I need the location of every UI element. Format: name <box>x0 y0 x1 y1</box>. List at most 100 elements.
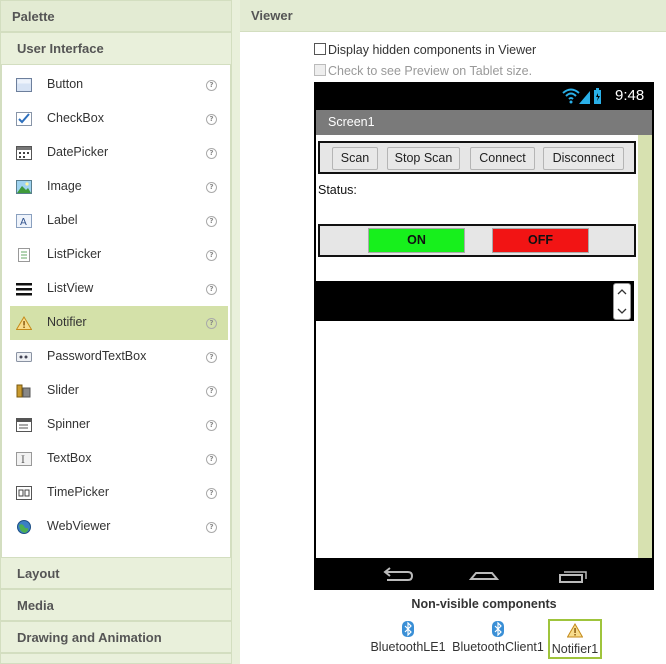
user-interface-list: Button ? CheckBox ? DatePicker ? Image ? <box>0 65 232 557</box>
status-clock: 9:48 <box>615 87 645 104</box>
recents-icon <box>559 571 587 583</box>
non-visible-bluetoothle1[interactable]: BluetoothLE1 <box>370 619 446 659</box>
help-icon[interactable]: ? <box>206 114 217 125</box>
non-visible-bluetoothclient1[interactable]: BluetoothClient1 <box>452 619 544 659</box>
palette-item-label: CheckBox <box>47 111 104 125</box>
button-icon <box>16 78 32 92</box>
svg-text:I: I <box>21 455 25 466</box>
android-nav-bar <box>314 558 654 590</box>
help-icon[interactable]: ? <box>206 352 217 363</box>
palette-item-image[interactable]: Image ? <box>10 170 228 204</box>
palette-item-label: Button <box>47 77 84 91</box>
palette-item-label: PasswordTextBox <box>47 349 147 363</box>
tablet-preview-checkbox-row: Check to see Preview on Tablet size. <box>314 64 532 78</box>
palette-item-checkbox[interactable]: CheckBox ? <box>10 102 228 136</box>
palette-item-label: DatePicker <box>47 145 109 159</box>
category-next[interactable] <box>0 653 232 664</box>
non-visible-components-title: Non-visible components <box>411 597 557 611</box>
help-icon[interactable]: ? <box>206 250 217 261</box>
non-visible-label: BluetoothClient1 <box>452 640 544 654</box>
spinner-icon <box>16 418 32 432</box>
palette-item-label: TextBox <box>47 451 92 465</box>
svg-text:A: A <box>20 217 27 228</box>
viewer-divider <box>232 0 240 664</box>
scroll-up-icon <box>617 289 627 295</box>
list-view[interactable] <box>316 281 634 321</box>
list-scrollbar[interactable] <box>613 283 631 320</box>
status-label[interactable]: Status: <box>318 183 357 197</box>
palette-item-label: Image <box>47 179 82 193</box>
passwordtextbox-icon <box>16 350 32 364</box>
wifi-icon <box>562 88 580 104</box>
palette-item-spinner[interactable]: Spinner ? <box>10 408 228 442</box>
palette-item-label: Spinner <box>47 417 91 431</box>
help-icon[interactable]: ? <box>206 148 217 159</box>
palette-item-listpicker[interactable]: ListPicker ? <box>10 238 228 272</box>
tablet-preview-label: Check to see Preview on Tablet size. <box>328 64 533 78</box>
notifier-icon <box>15 316 33 330</box>
screen-title-bar: Screen1 <box>316 110 652 135</box>
palette-item-label-text: Label <box>47 213 78 227</box>
help-icon[interactable]: ? <box>206 522 217 533</box>
scan-button-arrangement[interactable]: Scan Stop Scan Connect Disconnect <box>318 141 636 174</box>
palette-item-label[interactable]: A Label ? <box>10 204 228 238</box>
category-drawing-and-animation[interactable]: Drawing and Animation <box>0 621 232 653</box>
slider-icon <box>16 384 32 398</box>
display-hidden-checkbox[interactable] <box>314 43 326 55</box>
non-visible-notifier1[interactable]: Notifier1 <box>548 619 602 659</box>
palette-item-timepicker[interactable]: TimePicker ? <box>10 476 228 510</box>
help-icon[interactable]: ? <box>206 420 217 431</box>
tablet-preview-checkbox <box>314 64 326 76</box>
battery-icon <box>594 88 601 104</box>
palette-item-label: WebViewer <box>47 519 111 533</box>
off-button[interactable]: OFF <box>492 228 589 253</box>
palette-item-label: ListPicker <box>47 247 102 261</box>
palette-item-textbox[interactable]: I TextBox ? <box>10 442 228 476</box>
datepicker-icon <box>16 146 32 160</box>
category-layout[interactable]: Layout <box>0 557 232 589</box>
listpicker-icon <box>16 248 32 262</box>
notifier-icon <box>567 623 583 638</box>
non-visible-label: BluetoothLE1 <box>370 640 446 654</box>
signal-icon <box>579 91 590 104</box>
palette-item-slider[interactable]: Slider ? <box>10 374 228 408</box>
timepicker-icon <box>16 486 32 500</box>
palette-title: Palette <box>0 0 232 32</box>
screen-canvas[interactable]: Scan Stop Scan Connect Disconnect Status… <box>316 135 652 558</box>
bluetooth-icon <box>492 621 504 637</box>
on-button[interactable]: ON <box>368 228 465 253</box>
display-hidden-checkbox-row[interactable]: Display hidden components in Viewer <box>314 43 536 57</box>
connect-button[interactable]: Connect <box>470 147 535 170</box>
webviewer-icon <box>16 520 32 534</box>
palette-item-webviewer[interactable]: WebViewer ? <box>10 510 228 544</box>
category-user-interface[interactable]: User Interface <box>0 32 232 65</box>
screen-scrollbar[interactable] <box>638 135 652 558</box>
stop-scan-button[interactable]: Stop Scan <box>387 147 460 170</box>
viewer-title: Viewer <box>240 0 666 32</box>
scroll-down-icon <box>617 308 627 314</box>
help-icon[interactable]: ? <box>206 386 217 397</box>
textbox-icon: I <box>16 452 32 466</box>
help-icon[interactable]: ? <box>206 80 217 91</box>
scan-button[interactable]: Scan <box>332 147 378 170</box>
palette-item-listview[interactable]: ListView ? <box>10 272 228 306</box>
help-icon[interactable]: ? <box>206 284 217 295</box>
on-off-arrangement[interactable]: ON OFF <box>318 224 636 257</box>
help-icon[interactable]: ? <box>206 488 217 499</box>
palette-item-passwordtextbox[interactable]: PasswordTextBox ? <box>10 340 228 374</box>
help-icon[interactable]: ? <box>206 318 217 329</box>
image-icon <box>16 180 32 194</box>
label-icon: A <box>16 214 32 228</box>
disconnect-button[interactable]: Disconnect <box>543 147 624 170</box>
palette-item-label: Notifier <box>47 315 87 329</box>
back-icon <box>383 567 414 581</box>
palette-item-button[interactable]: Button ? <box>10 68 228 102</box>
listview-icon <box>16 282 32 296</box>
palette-item-notifier[interactable]: Notifier ? <box>10 306 228 340</box>
category-media[interactable]: Media <box>0 589 232 621</box>
help-icon[interactable]: ? <box>206 182 217 193</box>
palette-item-datepicker[interactable]: DatePicker ? <box>10 136 228 170</box>
non-visible-label: Notifier1 <box>551 642 599 656</box>
help-icon[interactable]: ? <box>206 216 217 227</box>
help-icon[interactable]: ? <box>206 454 217 465</box>
